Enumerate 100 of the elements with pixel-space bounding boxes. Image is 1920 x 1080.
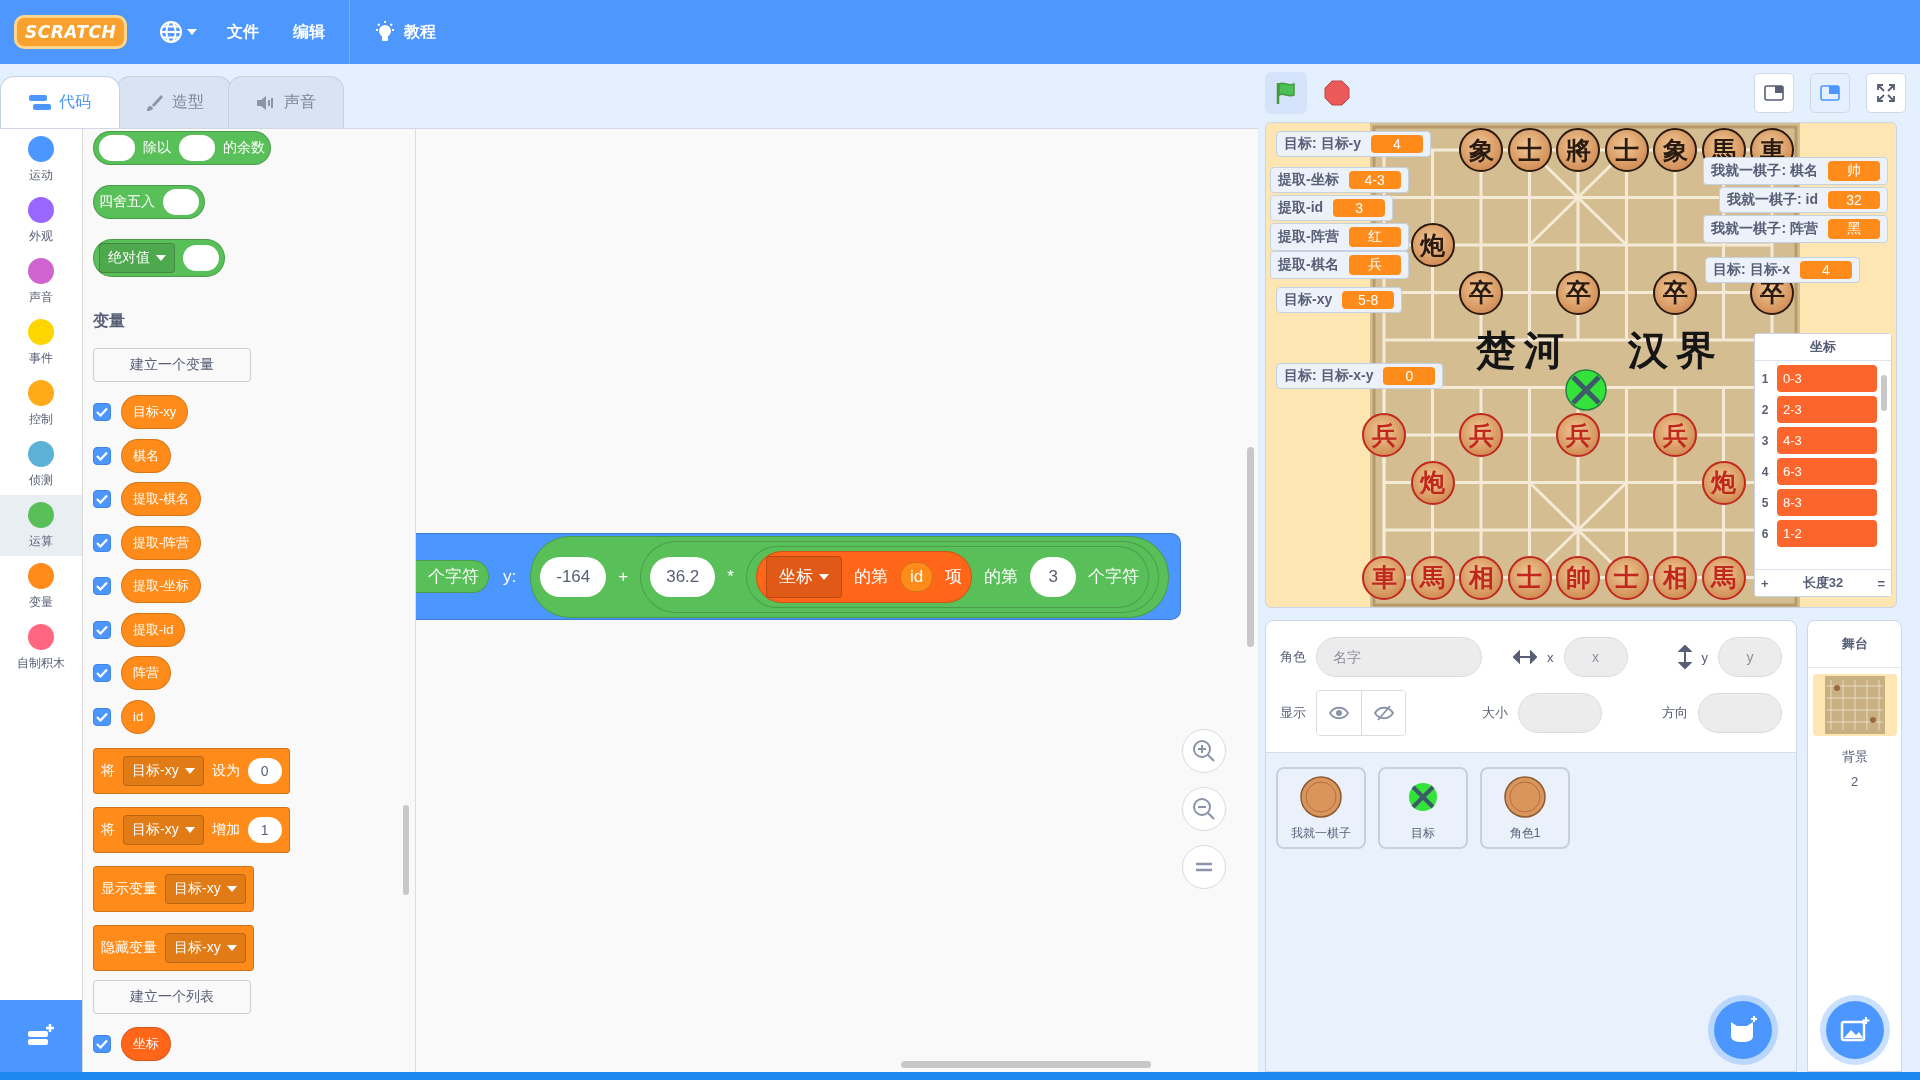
command-block[interactable]: 显示变量 目标-xy [93,866,254,912]
dropdown-menu[interactable]: 目标-xy [123,756,204,786]
fullscreen-button[interactable] [1866,73,1906,113]
field-label: x [1547,649,1554,665]
scrollbar[interactable] [1881,375,1887,411]
motion-block[interactable]: 个字符 y: -164 + 36.2 * 坐标 的第 id 项 的第 3 个字符 [416,533,1182,620]
command-block[interactable]: 隐藏变量 目标-xy [93,925,254,971]
reset-zoom-button[interactable] [1182,845,1226,889]
variable-reporter[interactable]: 棋名 [121,438,171,473]
tab[interactable]: 造型 [116,76,232,128]
size-field[interactable] [1518,693,1602,733]
field-label: 方向 [1662,704,1688,722]
scrollbar[interactable] [1247,447,1254,647]
checkbox[interactable] [93,664,111,682]
variable-reporter[interactable]: 提取-棋名 [121,482,202,516]
variable-reporter[interactable]: id [121,699,156,734]
checkbox[interactable] [93,1035,111,1053]
category-item[interactable]: 控制 [0,373,82,434]
checkbox[interactable] [93,490,111,508]
category-item[interactable]: 外观 [0,190,82,251]
reporter-block[interactable]: 个字符 [416,560,489,593]
dropdown-menu[interactable]: 绝对值 [99,243,175,273]
tab[interactable]: 代码 [0,76,120,128]
empty-input[interactable] [183,245,219,271]
category-item[interactable]: 自制积木 [0,617,82,678]
zoom-in-button[interactable] [1182,729,1226,773]
menu-item[interactable]: 编辑 [279,0,340,64]
checkbox[interactable] [93,403,111,421]
reporter-block[interactable]: 除以 的余数 [93,131,271,165]
tab[interactable]: 声音 [228,76,344,128]
hide-button[interactable] [1361,691,1405,735]
variable-reporter[interactable]: 提取-坐标 [121,569,202,603]
category-item[interactable]: 运算 [0,495,82,556]
command-block[interactable]: 将 目标-xy 增加 1 [93,807,290,853]
reporter-block[interactable]: 绝对值 [93,239,225,277]
scrollbar[interactable] [901,1061,1151,1068]
scrollbar[interactable] [403,805,409,895]
add-item-button[interactable]: + [1761,575,1769,591]
add-sprite-button[interactable] [1714,1001,1772,1059]
number-input[interactable]: 1 [247,817,282,843]
add-backdrop-button[interactable] [1825,1001,1884,1059]
checkbox[interactable] [93,620,111,639]
number-input[interactable]: -164 [540,556,607,597]
variable-reporter[interactable]: 提取-阵营 [121,525,202,560]
monitor-label: 我就一棋子: id [1727,191,1818,209]
variable-reporter[interactable]: 目标-xy [121,395,189,429]
command-block[interactable]: 将 目标-xy 设为 0 [93,748,290,794]
category-item[interactable]: 变量 [0,556,82,617]
scratch-logo[interactable]: SCRATCH [14,15,128,49]
monitor-value: 黑 [1828,219,1880,239]
sprite-tile[interactable]: 角色1 [1480,767,1570,849]
dropdown-menu[interactable]: 坐标 [765,555,842,598]
zoom-out-button[interactable] [1182,787,1226,831]
resize-handle[interactable]: = [1877,575,1885,591]
stage-size-button[interactable] [1754,73,1794,113]
monitor-value: 32 [1828,191,1880,209]
vertical-arrows-icon [1677,645,1692,669]
reporter-block[interactable]: 36.2 * 坐标 的第 id 项 的第 3 个字符 [640,540,1160,613]
list-index: 2 [1760,402,1770,417]
y-field[interactable]: y [1718,637,1782,677]
make-button[interactable]: 建立一个变量 [93,348,251,382]
x-field[interactable]: x [1563,637,1628,677]
reporter-block[interactable]: 四舍五入 [93,185,205,219]
variable-reporter[interactable]: 坐标 [121,1027,171,1061]
reporter-block[interactable]: id [899,561,934,592]
add-extension-button[interactable] [0,1000,82,1072]
empty-input[interactable] [163,189,199,215]
menu-item[interactable]: 文件 [213,0,274,64]
dropdown-menu[interactable]: 目标-xy [123,815,204,845]
reporter-block[interactable]: -164 + 36.2 * 坐标 的第 id 项 的第 3 个字符 [530,535,1170,618]
block-label: y: [503,566,517,587]
number-input[interactable]: 0 [247,758,282,784]
sprite-name-field[interactable]: 名字 [1316,637,1482,677]
dropdown-menu[interactable]: 目标-xy [165,874,246,904]
dropdown-menu[interactable]: 目标-xy [165,933,246,963]
stop-icon [1324,80,1350,106]
checkbox[interactable] [93,533,111,552]
reporter-block[interactable]: 坐标 的第 id 项 的第 3 个字符 [745,545,1150,608]
block-label: 项 [945,566,963,588]
start-button[interactable] [1265,72,1307,114]
empty-input[interactable] [179,135,215,161]
category-item[interactable]: 侦测 [0,434,82,495]
direction-field[interactable] [1698,693,1782,733]
reporter-block[interactable]: 坐标 的第 id 项 [755,550,973,603]
checkbox[interactable] [93,446,111,465]
category-item[interactable]: 事件 [0,312,82,373]
category-item[interactable]: 声音 [0,251,82,312]
category-item[interactable]: 运动 [0,129,82,190]
variable-reporter[interactable]: 阵营 [121,656,171,690]
sprite-tile[interactable]: 我就一棋子 [1276,767,1366,849]
checkbox[interactable] [93,577,111,595]
checkbox[interactable] [93,707,111,726]
tutorials-button[interactable]: 教程 [360,0,451,64]
number-input[interactable]: 3 [1030,556,1077,597]
empty-input[interactable] [99,135,135,161]
number-input[interactable]: 36.2 [650,556,716,597]
sprite-tile[interactable]: 目标 [1378,767,1468,849]
block-label: 的第 [853,566,888,588]
make-button[interactable]: 建立一个列表 [93,980,251,1014]
variable-reporter[interactable]: 提取-id [121,612,186,647]
